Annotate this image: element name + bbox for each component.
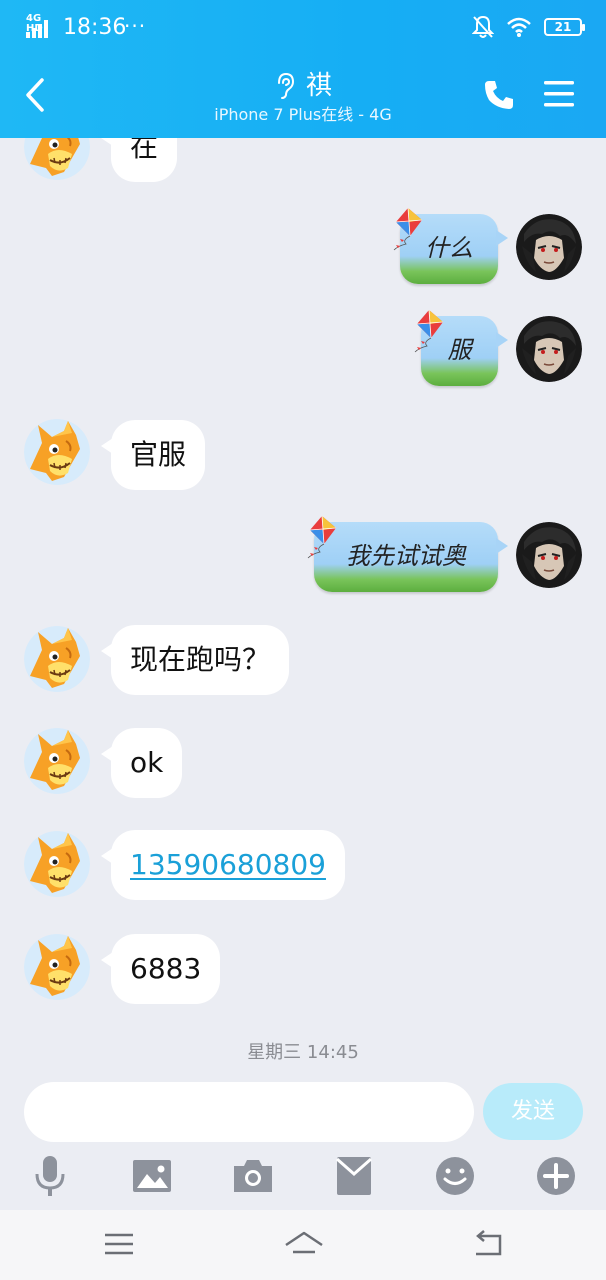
mute-icon: [472, 15, 494, 38]
emoji-icon[interactable]: [433, 1154, 477, 1198]
contact-name: 祺: [305, 71, 332, 101]
menu-nav-icon[interactable]: [101, 1228, 137, 1260]
contact-status: iPhone 7 Plus在线 - 4G: [214, 105, 392, 124]
status-time: 18:36: [63, 15, 127, 40]
contact-avatar[interactable]: [24, 831, 90, 897]
message-bubble[interactable]: 官服: [100, 420, 206, 490]
wifi-icon: [507, 17, 531, 37]
contact-avatar[interactable]: [24, 626, 90, 692]
message-bubble[interactable]: 6883: [100, 934, 221, 1004]
more-notifications-indicator: ···: [124, 14, 147, 38]
send-button[interactable]: 发送: [483, 1083, 583, 1140]
battery-level: 21: [554, 20, 572, 34]
menu-icon[interactable]: [541, 78, 577, 110]
my-avatar[interactable]: [516, 316, 582, 382]
message-bubble[interactable]: ok: [100, 728, 183, 798]
microphone-icon[interactable]: [28, 1154, 72, 1198]
input-toolbar: [0, 1154, 606, 1198]
input-area: 发送: [0, 1068, 606, 1210]
ear-icon: [277, 72, 294, 99]
contact-avatar[interactable]: [24, 419, 90, 485]
message-bubble[interactable]: 在: [100, 138, 178, 182]
image-icon[interactable]: [130, 1154, 174, 1198]
phone-icon[interactable]: [482, 78, 516, 112]
system-navigation-bar: [0, 1210, 606, 1280]
contact-avatar[interactable]: [24, 138, 90, 180]
plus-icon[interactable]: [534, 1154, 578, 1198]
contact-avatar[interactable]: [24, 934, 90, 1000]
home-nav-icon[interactable]: [284, 1228, 324, 1260]
back-nav-icon[interactable]: [470, 1228, 506, 1260]
status-bar: 4G HD 18:36 ··· 21: [0, 0, 606, 56]
kite-icon: [388, 206, 428, 252]
my-avatar[interactable]: [516, 214, 582, 280]
message-input[interactable]: [24, 1082, 474, 1142]
battery-icon: 21: [544, 18, 585, 36]
contact-avatar[interactable]: [24, 728, 90, 794]
back-icon[interactable]: [20, 74, 54, 116]
phone-number-link[interactable]: 13590680809: [101, 830, 345, 900]
contact-title[interactable]: 祺 iPhone 7 Plus在线 - 4G: [150, 70, 456, 126]
message-timestamp: 星期三 14:45: [247, 1042, 359, 1063]
red-packet-icon[interactable]: [332, 1154, 376, 1198]
my-avatar[interactable]: [516, 522, 582, 588]
chat-header: 4G HD 18:36 ··· 21: [0, 0, 606, 138]
chat-message-list[interactable]: 在 什么 服 官服 我先试试奥 现在跑吗？ ok 13590680809 688…: [0, 138, 606, 1068]
signal-icon: 4G HD: [26, 14, 56, 38]
kite-icon: [302, 514, 342, 560]
message-bubble[interactable]: 现在跑吗？: [100, 625, 290, 695]
kite-icon: [409, 308, 449, 354]
camera-icon[interactable]: [231, 1154, 275, 1198]
